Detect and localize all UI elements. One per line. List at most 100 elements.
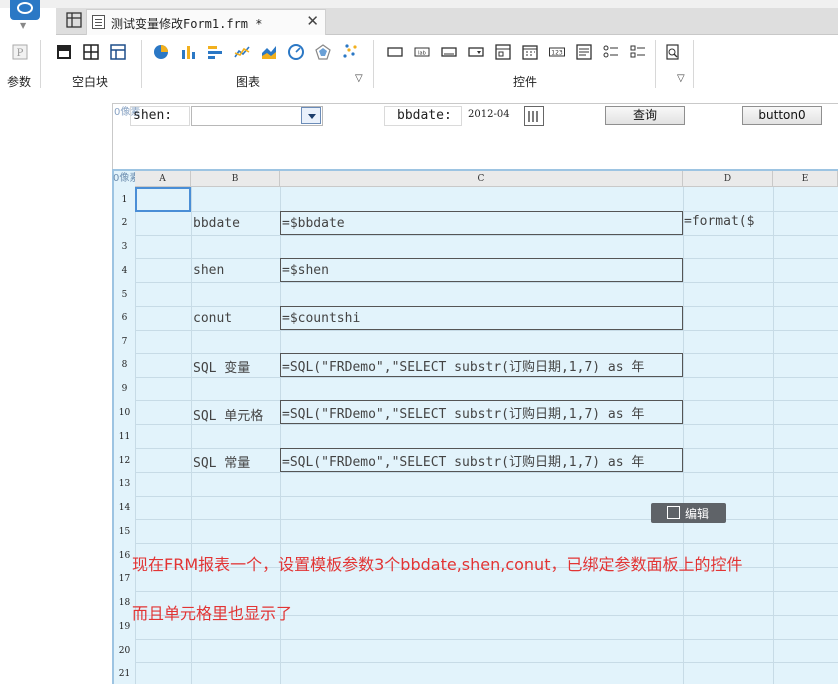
grid-line — [135, 662, 838, 663]
chevron-down-icon[interactable]: ▽ — [355, 73, 363, 84]
annotation-text: 而且单元格里也显示了 — [132, 604, 293, 623]
combo-checkbox-widget-icon[interactable] — [495, 44, 511, 60]
cell-c2[interactable]: =$bbdate — [280, 211, 683, 235]
row-header[interactable]: 7 — [114, 337, 135, 347]
column-header-c[interactable]: C — [280, 171, 683, 187]
number-widget-icon[interactable]: 123 — [549, 44, 565, 60]
report-block-icon[interactable] — [56, 44, 72, 60]
scatter-chart-icon[interactable] — [342, 44, 358, 60]
column-header-e[interactable]: E — [773, 171, 838, 187]
cell-b4[interactable]: shen — [193, 263, 224, 278]
bar-chart-icon[interactable] — [180, 44, 196, 60]
tab-layout-icon[interactable] — [110, 44, 126, 60]
edit-button[interactable]: 编辑 — [651, 503, 726, 523]
dropdown-arrow-icon[interactable] — [301, 107, 321, 124]
grid-line — [135, 472, 838, 473]
calendar-icon[interactable] — [524, 106, 544, 126]
cell-c10[interactable]: =SQL("FRDemo","SELECT substr(订购日期,1,7) a… — [280, 400, 683, 424]
grid-line — [773, 187, 774, 684]
row-header[interactable]: 17 — [114, 574, 135, 584]
ribbon-group-label-widgets: 控件 — [513, 75, 538, 89]
tab-file-title: 测试变量修改Form1.frm * — [111, 17, 263, 31]
area-chart-icon[interactable] — [261, 44, 277, 60]
cell-b8[interactable]: SQL 变量 — [193, 357, 250, 376]
row-header[interactable]: 21 — [114, 669, 135, 679]
button-widget-icon[interactable] — [387, 44, 403, 60]
row-header[interactable]: 15 — [114, 527, 135, 537]
row-header[interactable]: 11 — [114, 432, 135, 442]
row-header[interactable]: 20 — [114, 646, 135, 656]
combo-box-widget-icon[interactable] — [468, 44, 484, 60]
column-header-b[interactable]: B — [191, 171, 280, 187]
row-header[interactable]: 12 — [114, 456, 135, 466]
shen-label[interactable]: shen: — [130, 106, 190, 126]
row-header[interactable]: 1 — [114, 195, 135, 205]
ribbon-divider — [693, 40, 694, 88]
cell-c12[interactable]: =SQL("FRDemo","SELECT substr(订购日期,1,7) a… — [280, 448, 683, 472]
svg-text:lab: lab — [418, 51, 426, 57]
radio-group-widget-icon[interactable] — [603, 44, 619, 60]
grid-line — [135, 519, 838, 520]
ribbon-group-label-blank-block: 空白块 — [72, 75, 109, 89]
text-field-widget-icon[interactable] — [441, 44, 457, 60]
parameter-icon[interactable]: P — [12, 44, 28, 60]
window-top-strip — [0, 0, 838, 8]
row-header[interactable]: 6 — [114, 313, 135, 323]
grid-line — [135, 591, 838, 592]
search-widget-icon[interactable] — [665, 44, 681, 60]
bbdate-label[interactable]: bbdate: — [384, 106, 462, 126]
ribbon-group-label-charts: 图表 — [236, 75, 261, 89]
cell-d2[interactable]: =format($ — [684, 214, 772, 235]
row-header[interactable]: 10 — [114, 408, 135, 418]
grid-tab-icon[interactable] — [66, 12, 82, 28]
cell-c4[interactable]: =$shen — [280, 258, 683, 282]
ribbon-divider — [40, 40, 41, 88]
row-header[interactable]: 8 — [114, 360, 135, 370]
cell-c6[interactable]: =$countshi — [280, 306, 683, 330]
cell-b10[interactable]: SQL 单元格 — [193, 405, 263, 424]
row-header[interactable]: 3 — [114, 242, 135, 252]
horizontal-bar-chart-icon[interactable] — [207, 44, 223, 60]
pie-chart-icon[interactable] — [153, 44, 169, 60]
checkbox-group-widget-icon[interactable] — [630, 44, 646, 60]
row-header[interactable]: 4 — [114, 266, 135, 276]
grid-line — [135, 496, 838, 497]
radar-chart-icon[interactable] — [315, 44, 331, 60]
ribbon-divider — [373, 40, 374, 88]
grid-line — [135, 543, 838, 544]
form-file-icon — [92, 15, 105, 29]
date-widget-icon[interactable] — [522, 44, 538, 60]
cell-b12[interactable]: SQL 常量 — [193, 452, 250, 471]
row-header[interactable]: 9 — [114, 384, 135, 394]
tab-file[interactable]: 测试变量修改Form1.frm * ✕ — [86, 9, 326, 35]
svg-text:123: 123 — [551, 50, 563, 57]
text-area-widget-icon[interactable] — [576, 44, 592, 60]
edit-icon — [667, 506, 680, 519]
cell-b6[interactable]: conut — [193, 311, 232, 326]
app-menu-caret-icon[interactable]: ▼ — [20, 21, 26, 30]
absolute-layout-icon[interactable] — [83, 44, 99, 60]
row-header[interactable]: 14 — [114, 503, 135, 513]
close-tab-icon[interactable]: ✕ — [306, 12, 319, 30]
cell-c8[interactable]: =SQL("FRDemo","SELECT substr(订购日期,1,7) a… — [280, 353, 683, 377]
gauge-chart-icon[interactable] — [288, 44, 304, 60]
column-header-a[interactable]: A — [135, 171, 191, 187]
grid-line — [683, 187, 684, 684]
grid-line — [135, 235, 838, 236]
button0-button[interactable]: button0 — [742, 106, 822, 125]
row-header[interactable]: 5 — [114, 290, 135, 300]
row-header[interactable]: 2 — [114, 218, 135, 228]
row-header[interactable]: 13 — [114, 479, 135, 489]
chevron-down-icon[interactable]: ▽ — [677, 73, 685, 84]
cell-b2[interactable]: bbdate — [193, 216, 240, 231]
query-button[interactable]: 查询 — [605, 106, 685, 125]
label-widget-icon[interactable]: lab — [414, 44, 430, 60]
annotation-text: 现在FRM报表一个，设置模板参数3个bbdate,shen,conut，已绑定参… — [132, 555, 743, 574]
app-menu-icon[interactable] — [10, 0, 40, 20]
bbdate-date-field[interactable]: 2012-04 — [464, 106, 524, 126]
selected-cell-a1[interactable] — [135, 187, 191, 212]
column-header-d[interactable]: D — [683, 171, 773, 187]
grid-line — [135, 424, 838, 425]
line-chart-icon[interactable] — [234, 44, 250, 60]
grid-line — [135, 330, 838, 331]
